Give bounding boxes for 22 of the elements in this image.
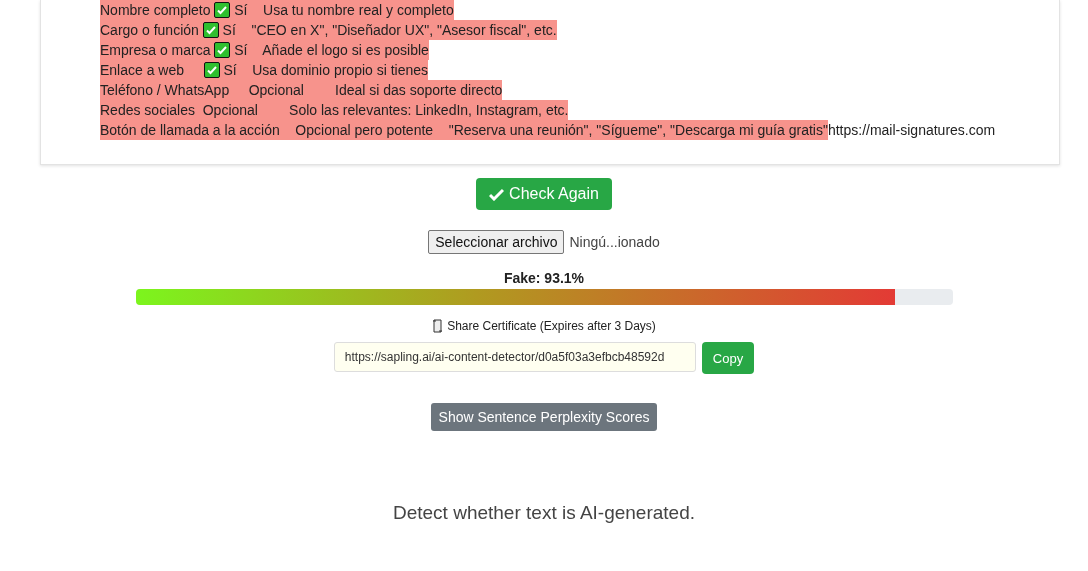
highlighted-text: Sí Añade el logo si es posible [230,40,429,60]
copy-button[interactable]: Copy [701,342,755,374]
share-label: Share Certificate (Expires after 3 Days) [447,319,656,333]
choose-file-button[interactable]: Seleccionar archivo [428,230,565,254]
plain-text: https://mail-signatures.com [827,121,996,140]
checkmark-icon [489,187,505,201]
highlighted-text: Redes sociales Opcional Solo las relevantes: LinkedIn, Instagram, etc. [100,100,569,120]
score-label: Fake: 93.1% [503,270,585,286]
check-again-button[interactable]: Check Again [476,178,612,210]
file-status: Ningú...ionado [569,234,660,250]
perplexity-button[interactable]: Show Sentence Perplexity Scores [430,403,658,431]
highlighted-text: Sí Usa dominio propio si tienes [219,60,429,80]
highlighted-text: Botón de llamada a la acción Opcional pero potente "Reserva una reunión", "Sígueme", "Descarga mi guía gratis" [100,120,828,140]
highlighted-text: Sí Usa tu nombre real y completo [230,0,454,20]
highlighted-text: Nombre completo [100,0,215,20]
highlighted-text: Cargo o función [100,20,203,40]
highlighted-text: Sí "CEO en X", "Diseñador UX", "Asesor fiscal", etc. [218,20,557,40]
url-field[interactable]: https://sapling.ai/ai-content-detector/d0a5f03a3efbcb48592d [333,342,696,372]
highlighted-text: Enlace a web [100,60,204,80]
highlighted-text: Teléfono / WhatsApp Opcional Ideal si das soporte directo [100,80,503,100]
tagline: Detect whether text is AI-generated. [392,502,696,524]
highlighted-text: Empresa o marca [100,40,215,60]
